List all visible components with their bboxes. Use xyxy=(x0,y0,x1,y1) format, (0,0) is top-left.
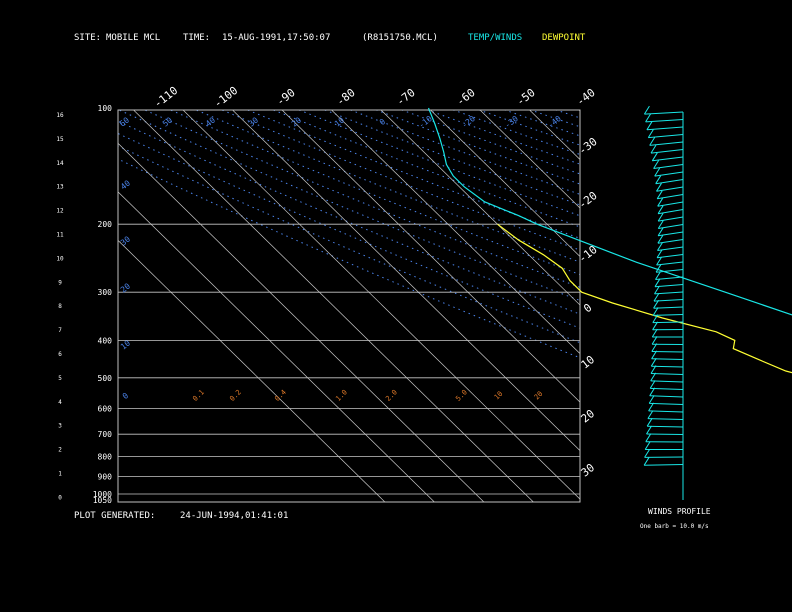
pressure-label: 500 xyxy=(98,374,113,383)
legend-temp-winds: TEMP/WINDS xyxy=(468,33,522,43)
header: SITE: MOBILE MCL TIME: 15-AUG-1991,17:50… xyxy=(74,33,586,43)
winds-profile-title: WINDS PROFILE xyxy=(648,507,711,516)
site-label: SITE: xyxy=(74,33,101,43)
file-name: (R8151750.MCL) xyxy=(362,33,438,43)
height-km-label: 16 xyxy=(56,112,64,119)
pressure-label: 700 xyxy=(98,430,113,439)
wind-barb xyxy=(646,433,684,435)
plot-generated-value: 24-JUN-1994,01:41:01 xyxy=(180,511,288,521)
pressure-label: 1050 xyxy=(93,496,112,505)
height-km-label: 15 xyxy=(56,136,64,143)
height-km-label: 9 xyxy=(58,279,62,286)
pressure-label: 100 xyxy=(98,104,113,113)
pressure-label: 400 xyxy=(98,336,113,345)
height-km-label: 1 xyxy=(58,471,62,478)
height-km-label: 5 xyxy=(58,375,62,382)
height-km-label: 8 xyxy=(58,303,62,310)
time-label: TIME: xyxy=(183,33,210,43)
height-km-label: 4 xyxy=(58,399,62,406)
time-value: 15-AUG-1991,17:50:07 xyxy=(222,33,330,43)
height-km-label: 0 xyxy=(58,494,62,501)
height-km-label: 2 xyxy=(58,447,62,454)
height-km-label: 3 xyxy=(58,423,62,430)
pressure-label: 200 xyxy=(98,220,113,229)
height-km-label: 6 xyxy=(58,351,62,358)
pressure-label: 800 xyxy=(98,453,113,462)
winds-profile-note: One barb = 10.0 m/s xyxy=(640,523,709,530)
footer: PLOT GENERATED: 24-JUN-1994,01:41:01 xyxy=(74,511,288,521)
site-value: MOBILE MCL xyxy=(106,33,160,43)
pressure-label: 600 xyxy=(98,404,113,413)
skewt-chart: SITE: MOBILE MCL TIME: 15-AUG-1991,17:50… xyxy=(0,0,792,612)
legend-dewpoint: DEWPOINT xyxy=(542,33,586,43)
height-km-label: 14 xyxy=(56,160,64,167)
height-km-label: 12 xyxy=(56,208,64,215)
pressure-label: 300 xyxy=(98,288,113,297)
height-km-label: 11 xyxy=(56,232,64,239)
plot-generated-label: PLOT GENERATED: xyxy=(74,511,155,521)
height-km-label: 10 xyxy=(56,255,64,262)
height-km-label: 13 xyxy=(56,184,64,191)
height-km-label: 7 xyxy=(58,327,62,334)
pressure-label: 900 xyxy=(98,472,113,481)
